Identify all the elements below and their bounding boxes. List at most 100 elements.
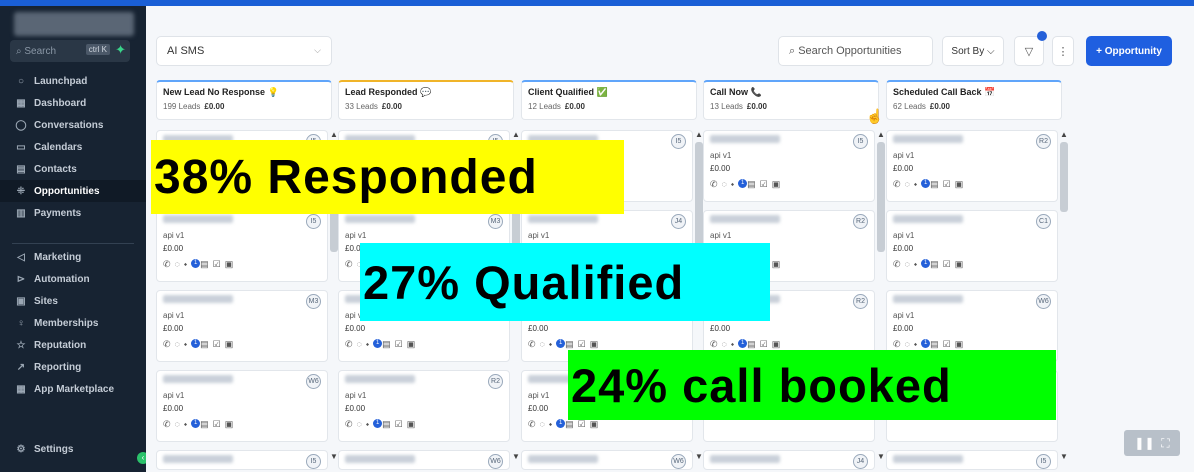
chat-icon[interactable]: ◌ bbox=[722, 179, 731, 189]
opportunity-card[interactable]: I5 api v1 £0.00 ✆◌⬩1▤☑▣ bbox=[156, 210, 328, 282]
tag-icon[interactable]: ⬩ bbox=[914, 259, 921, 269]
opportunity-card[interactable]: W6 bbox=[521, 450, 693, 470]
sidebar-item-reporting[interactable]: ↗ Reporting bbox=[0, 356, 146, 378]
sidebar-search[interactable]: ⌕ Search ctrl K ✦ bbox=[10, 40, 130, 62]
chat-icon[interactable]: ◌ bbox=[722, 339, 731, 349]
sidebar-item-automation[interactable]: ⊳ Automation bbox=[0, 268, 146, 290]
tag-icon[interactable]: ⬩ bbox=[731, 339, 738, 349]
phone-icon[interactable]: ✆ bbox=[528, 419, 540, 429]
task-icon[interactable]: ☑ bbox=[213, 339, 225, 349]
sidebar-item-contacts[interactable]: ▤ Contacts bbox=[0, 158, 146, 180]
chat-icon[interactable]: ◌ bbox=[357, 419, 366, 429]
chat-icon[interactable]: ◌ bbox=[175, 419, 184, 429]
task-icon[interactable]: ☑ bbox=[395, 339, 407, 349]
calendar-icon[interactable]: ▣ bbox=[407, 339, 420, 349]
phone-icon[interactable]: ✆ bbox=[345, 259, 357, 269]
task-icon[interactable]: ☑ bbox=[213, 419, 225, 429]
tag-icon[interactable]: ⬩ bbox=[731, 179, 738, 189]
scroll-down-icon[interactable]: ▼ bbox=[512, 452, 520, 461]
opportunity-card[interactable]: W6 bbox=[338, 450, 510, 470]
video-controls[interactable]: ❚❚ ⛶ bbox=[1124, 430, 1180, 456]
calendar-icon[interactable]: ▣ bbox=[225, 419, 238, 429]
pause-icon[interactable]: ❚❚ bbox=[1134, 436, 1154, 450]
sidebar-item-opportunities[interactable]: ⁜ Opportunities bbox=[0, 180, 146, 202]
more-options-button[interactable]: ⋮ bbox=[1052, 36, 1074, 66]
phone-icon[interactable]: ✆ bbox=[710, 339, 722, 349]
phone-icon[interactable]: ✆ bbox=[163, 259, 175, 269]
sidebar-item-marketing[interactable]: ◁ Marketing bbox=[0, 246, 146, 268]
column-scrollbar[interactable] bbox=[695, 142, 703, 252]
note-icon[interactable]: ▤ bbox=[930, 179, 943, 189]
opportunity-card[interactable]: R2 api v1 £0.00 ✆◌⬩1▤☑▣ bbox=[886, 130, 1058, 202]
phone-icon[interactable]: ✆ bbox=[163, 339, 175, 349]
column-scrollbar[interactable] bbox=[877, 142, 885, 252]
sidebar-item-launchpad[interactable]: ○ Launchpad bbox=[0, 70, 146, 92]
tag-icon[interactable]: ⬩ bbox=[914, 179, 921, 189]
scroll-down-icon[interactable]: ▼ bbox=[1060, 452, 1068, 461]
calendar-icon[interactable]: ▣ bbox=[590, 419, 603, 429]
tag-icon[interactable]: ⬩ bbox=[549, 419, 556, 429]
calendar-icon[interactable]: ▣ bbox=[225, 339, 238, 349]
pipeline-select[interactable]: AI SMS ⌵ bbox=[156, 36, 332, 66]
note-icon[interactable]: ▤ bbox=[565, 419, 578, 429]
scroll-down-icon[interactable]: ▼ bbox=[877, 452, 885, 461]
phone-icon[interactable]: ✆ bbox=[893, 339, 905, 349]
quick-add-icon[interactable]: ✦ bbox=[115, 42, 126, 58]
scroll-up-icon[interactable]: ▲ bbox=[512, 130, 520, 139]
sidebar-item-sites[interactable]: ▣ Sites bbox=[0, 290, 146, 312]
note-icon[interactable]: ▤ bbox=[747, 179, 760, 189]
tag-icon[interactable]: ⬩ bbox=[914, 339, 921, 349]
calendar-icon[interactable]: ▣ bbox=[955, 179, 968, 189]
tag-icon[interactable]: ⬩ bbox=[366, 339, 373, 349]
phone-icon[interactable]: ✆ bbox=[893, 179, 905, 189]
account-switcher[interactable] bbox=[14, 12, 134, 36]
opportunity-search-input[interactable]: ⌕ Search Opportunities bbox=[778, 36, 933, 66]
sidebar-item-dashboard[interactable]: ▦ Dashboard bbox=[0, 92, 146, 114]
task-icon[interactable]: ☑ bbox=[943, 259, 955, 269]
note-icon[interactable]: ▤ bbox=[747, 339, 760, 349]
note-icon[interactable]: ▤ bbox=[200, 419, 213, 429]
tag-icon[interactable]: ⬩ bbox=[549, 339, 556, 349]
calendar-icon[interactable]: ▣ bbox=[590, 339, 603, 349]
chat-icon[interactable]: ◌ bbox=[540, 419, 549, 429]
task-icon[interactable]: ☑ bbox=[578, 339, 590, 349]
opportunity-card[interactable]: I5 bbox=[886, 450, 1058, 470]
calendar-icon[interactable]: ▣ bbox=[955, 259, 968, 269]
task-icon[interactable]: ☑ bbox=[395, 419, 407, 429]
calendar-icon[interactable]: ▣ bbox=[772, 259, 785, 269]
note-icon[interactable]: ▤ bbox=[200, 259, 213, 269]
sidebar-item-settings[interactable]: ⚙ Settings bbox=[0, 438, 146, 460]
tag-icon[interactable]: ⬩ bbox=[184, 419, 191, 429]
add-opportunity-button[interactable]: + Opportunity bbox=[1086, 36, 1172, 66]
task-icon[interactable]: ☑ bbox=[943, 339, 955, 349]
fullscreen-icon[interactable]: ⛶ bbox=[1161, 436, 1169, 451]
chat-icon[interactable]: ◌ bbox=[905, 259, 914, 269]
task-icon[interactable]: ☑ bbox=[213, 259, 225, 269]
column-scrollbar[interactable] bbox=[1060, 142, 1068, 212]
tag-icon[interactable]: ⬩ bbox=[184, 259, 191, 269]
task-icon[interactable]: ☑ bbox=[760, 339, 772, 349]
opportunity-card[interactable]: I5 bbox=[156, 450, 328, 470]
note-icon[interactable]: ▤ bbox=[930, 259, 943, 269]
task-icon[interactable]: ☑ bbox=[943, 179, 955, 189]
calendar-icon[interactable]: ▣ bbox=[225, 259, 238, 269]
task-icon[interactable]: ☑ bbox=[578, 419, 590, 429]
calendar-icon[interactable]: ▣ bbox=[407, 419, 420, 429]
calendar-icon[interactable]: ▣ bbox=[772, 179, 785, 189]
phone-icon[interactable]: ✆ bbox=[528, 339, 540, 349]
opportunity-card[interactable]: M3 api v1 £0.00 ✆◌⬩1▤☑▣ bbox=[156, 290, 328, 362]
note-icon[interactable]: ▤ bbox=[200, 339, 213, 349]
opportunity-card[interactable]: R2 api v1 £0.00 ✆◌⬩1▤☑▣ bbox=[338, 370, 510, 442]
filter-button[interactable]: ▽ bbox=[1014, 31, 1047, 66]
phone-icon[interactable]: ✆ bbox=[163, 419, 175, 429]
note-icon[interactable]: ▤ bbox=[930, 339, 943, 349]
calendar-icon[interactable]: ▣ bbox=[772, 339, 785, 349]
phone-icon[interactable]: ✆ bbox=[710, 179, 722, 189]
note-icon[interactable]: ▤ bbox=[382, 339, 395, 349]
sidebar-item-memberships[interactable]: ♀ Memberships bbox=[0, 312, 146, 334]
scroll-down-icon[interactable]: ▼ bbox=[695, 452, 703, 461]
sidebar-item-reputation[interactable]: ☆ Reputation bbox=[0, 334, 146, 356]
sidebar-item-conversations[interactable]: ◯ Conversations bbox=[0, 114, 146, 136]
sidebar-item-calendars[interactable]: ▭ Calendars bbox=[0, 136, 146, 158]
phone-icon[interactable]: ✆ bbox=[345, 339, 357, 349]
